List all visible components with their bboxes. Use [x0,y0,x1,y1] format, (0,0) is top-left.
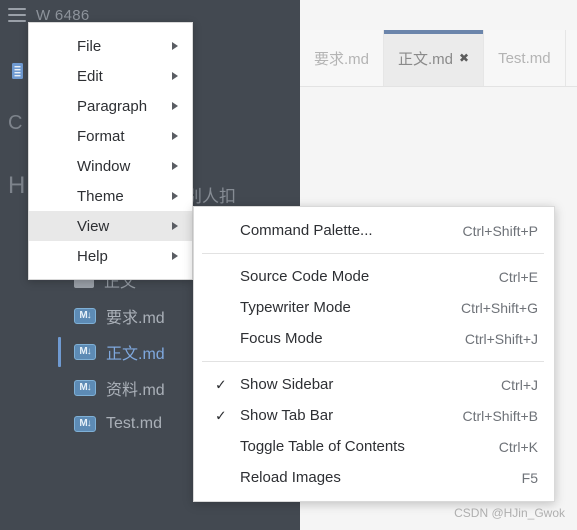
close-icon[interactable]: ✖ [459,52,469,64]
menu-item-label: Help [77,247,108,265]
submenu-item-show-tab-bar[interactable]: ✓ Show Tab Bar Ctrl+Shift+B [194,400,554,431]
submenu-item-shortcut: Ctrl+J [501,376,538,393]
menu-item-window[interactable]: Window [29,151,192,181]
main-menu: File Edit Paragraph Format Window Theme … [28,22,193,280]
list-item-label: 要求.md [106,310,165,327]
menu-item-theme[interactable]: Theme [29,181,192,211]
check-icon: ✓ [215,376,227,392]
menu-item-format[interactable]: Format [29,121,192,151]
background-glyph-c: C [8,112,23,134]
submenu-item-label: Show Tab Bar [240,407,334,424]
tab-bar: 要求.md 正文.md ✖ Test.md [300,30,577,87]
submenu-item-reload-images[interactable]: Reload Images F5 [194,462,554,493]
watermark: CSDN @HJin_Gwok [454,506,565,520]
chevron-right-icon [172,72,178,80]
markdown-icon: M↓ [74,416,96,432]
window-title: W 6486 [36,6,90,24]
submenu-item-label: Command Palette... [240,222,373,239]
list-item-label: Test.md [106,415,163,432]
submenu-item-label: Show Sidebar [240,376,334,393]
menu-item-paragraph[interactable]: Paragraph [29,91,192,121]
tab-yaoqiu[interactable]: 要求.md [300,30,385,86]
menu-item-edit[interactable]: Edit [29,61,192,91]
submenu-item-shortcut: Ctrl+E [498,268,538,285]
menu-item-label: Edit [77,67,103,85]
chevron-right-icon [172,192,178,200]
selection-indicator [58,337,61,367]
submenu-item-typewriter-mode[interactable]: Typewriter Mode Ctrl+Shift+G [194,292,554,323]
chevron-right-icon [172,42,178,50]
markdown-icon: M↓ [74,380,96,396]
file-tree-icon[interactable] [10,62,26,80]
chevron-right-icon [172,102,178,110]
app-window: W 6486 C H 别人扣 正文 M↓ 要求.md M↓ 正文.md M↓ 资… [0,0,577,530]
submenu-item-focus-mode[interactable]: Focus Mode Ctrl+Shift+J [194,323,554,354]
list-item-label: 正文.md [106,346,165,363]
menu-item-label: Paragraph [77,97,148,115]
menu-item-label: Window [77,157,131,175]
background-glyph-h: H [8,172,26,199]
menu-item-label: Theme [77,187,124,205]
menu-item-label: View [77,217,110,235]
submenu-item-toggle-toc[interactable]: Toggle Table of Contents Ctrl+K [194,431,554,462]
submenu-item-label: Toggle Table of Contents [240,438,405,455]
menu-item-file[interactable]: File [29,31,192,61]
chevron-right-icon [172,162,178,170]
submenu-item-label: Focus Mode [240,330,323,347]
submenu-item-label: Typewriter Mode [240,299,351,316]
tab-test[interactable]: Test.md [484,30,566,86]
submenu-item-show-sidebar[interactable]: ✓ Show Sidebar Ctrl+J [194,369,554,400]
submenu-item-label: Reload Images [240,469,341,486]
list-item-label: 资料.md [106,382,165,399]
submenu-item-shortcut: Ctrl+Shift+P [462,222,538,239]
submenu-item-shortcut: Ctrl+K [498,438,538,455]
submenu-item-shortcut: Ctrl+Shift+G [460,299,538,316]
hamburger-icon[interactable] [8,8,26,22]
submenu-divider [202,361,544,362]
tab-label: 要求.md [314,50,370,68]
chevron-right-icon [172,222,178,230]
view-submenu: Command Palette... Ctrl+Shift+P Source C… [193,206,555,502]
menu-item-label: File [77,37,102,55]
submenu-item-shortcut: Ctrl+Shift+B [462,407,538,424]
submenu-item-shortcut: F5 [521,469,538,486]
chevron-right-icon [172,132,178,140]
submenu-item-shortcut: Ctrl+Shift+J [464,330,538,347]
submenu-item-source-code-mode[interactable]: Source Code Mode Ctrl+E [194,261,554,292]
menu-item-view[interactable]: View [29,211,192,241]
tab-label: Test.md [498,49,551,67]
markdown-icon: M↓ [74,344,96,360]
tab-zhengwen[interactable]: 正文.md ✖ [384,30,485,86]
tab-label: 正文.md [398,50,454,68]
submenu-item-label: Source Code Mode [240,268,370,285]
markdown-icon: M↓ [74,308,96,324]
submenu-item-command-palette[interactable]: Command Palette... Ctrl+Shift+P [194,215,554,246]
submenu-divider [202,253,544,254]
menu-item-label: Format [77,127,125,145]
check-icon: ✓ [215,407,227,423]
menu-item-help[interactable]: Help [29,241,192,271]
chevron-right-icon [172,252,178,260]
